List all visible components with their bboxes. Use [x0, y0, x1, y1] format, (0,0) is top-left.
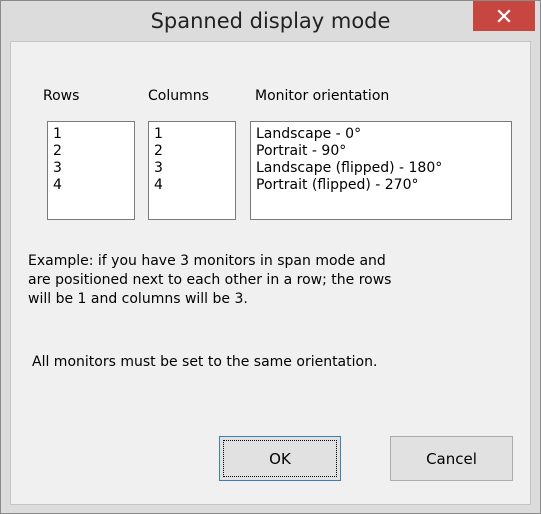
- columns-option-3[interactable]: 3: [154, 160, 235, 177]
- orientation-option-portrait[interactable]: Portrait - 90°: [256, 143, 511, 160]
- columns-label: Columns: [148, 88, 209, 104]
- rows-listbox[interactable]: 1 2 3 4: [47, 121, 135, 220]
- columns-option-4[interactable]: 4: [154, 177, 235, 194]
- orientation-option-landscape[interactable]: Landscape - 0°: [256, 126, 511, 143]
- rows-option-2[interactable]: 2: [53, 143, 134, 160]
- dialog-body: Rows Columns Monitor orientation 1 2 3 4…: [10, 41, 531, 505]
- orientation-option-landscape-flipped[interactable]: Landscape (flipped) - 180°: [256, 160, 511, 177]
- rows-label: Rows: [43, 88, 80, 104]
- dialog-title: Spanned display mode: [150, 9, 391, 33]
- example-line: are positioned next to each other in a r…: [28, 272, 392, 288]
- close-button[interactable]: [473, 1, 535, 31]
- orientation-note: All monitors must be set to the same ori…: [32, 354, 378, 370]
- columns-option-1[interactable]: 1: [154, 126, 235, 143]
- cancel-button[interactable]: Cancel: [390, 436, 513, 481]
- columns-option-2[interactable]: 2: [154, 143, 235, 160]
- example-line: Example: if you have 3 monitors in span …: [28, 253, 386, 269]
- dialog-window: Spanned display mode Rows Columns Monito…: [0, 0, 541, 514]
- orientation-option-portrait-flipped[interactable]: Portrait (flipped) - 270°: [256, 177, 511, 194]
- example-text: Example: if you have 3 monitors in span …: [28, 252, 498, 309]
- rows-option-3[interactable]: 3: [53, 160, 134, 177]
- rows-option-1[interactable]: 1: [53, 126, 134, 143]
- close-icon: [497, 9, 511, 23]
- orientation-listbox[interactable]: Landscape - 0° Portrait - 90° Landscape …: [250, 121, 512, 220]
- example-line: will be 1 and columns will be 3.: [28, 291, 248, 307]
- title-bar[interactable]: Spanned display mode: [1, 1, 540, 41]
- ok-button[interactable]: OK: [219, 436, 341, 481]
- cancel-button-label: Cancel: [426, 449, 477, 468]
- focus-rectangle: [223, 440, 337, 477]
- columns-listbox[interactable]: 1 2 3 4: [148, 121, 236, 220]
- orientation-label: Monitor orientation: [255, 88, 390, 104]
- rows-option-4[interactable]: 4: [53, 177, 134, 194]
